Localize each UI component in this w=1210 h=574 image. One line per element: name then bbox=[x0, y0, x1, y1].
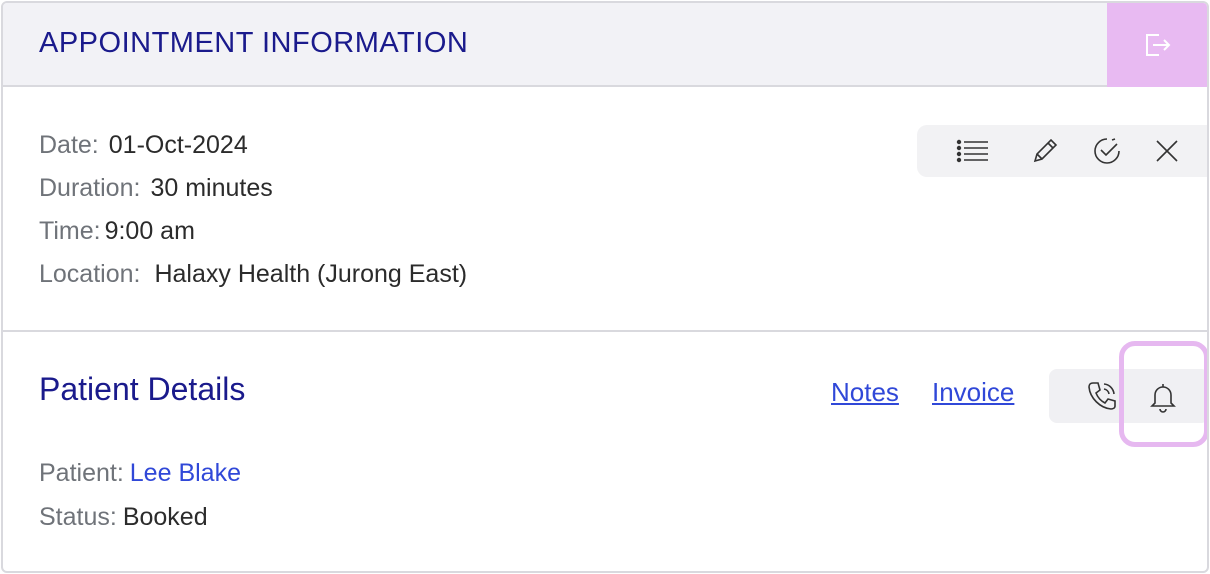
duration-row: Duration: 30 minutes bbox=[39, 170, 467, 213]
clock-check-icon bbox=[1094, 138, 1120, 164]
appointment-info: Date: 01-Oct-2024 Duration: 30 minutes Tim… bbox=[39, 127, 467, 299]
invoice-link[interactable]: Invoice bbox=[932, 377, 1014, 408]
close-button[interactable] bbox=[1149, 133, 1185, 169]
close-icon bbox=[1156, 140, 1178, 162]
patient-name-link[interactable]: Lee Blake bbox=[130, 459, 241, 487]
panel-header: APPOINTMENT INFORMATION bbox=[3, 3, 1207, 87]
phone-icon bbox=[1088, 382, 1116, 410]
patient-label: Patient: bbox=[39, 459, 124, 487]
panel-title: APPOINTMENT INFORMATION bbox=[39, 27, 469, 59]
appointment-panel: APPOINTMENT INFORMATION Date: 01-Oct-2024… bbox=[1, 1, 1209, 573]
bell-icon bbox=[1150, 384, 1176, 413]
notes-link[interactable]: Notes bbox=[831, 377, 899, 408]
exit-button[interactable] bbox=[1107, 3, 1207, 87]
duration-value: 30 minutes bbox=[150, 174, 273, 202]
pencil-icon bbox=[1033, 138, 1058, 163]
patient-info: Patient: Lee Blake Status: Booked bbox=[39, 455, 241, 543]
location-value: Halaxy Health (Jurong East) bbox=[154, 260, 468, 288]
status-row: Status: Booked bbox=[39, 499, 241, 543]
status-value: Booked bbox=[122, 503, 208, 531]
reminder-button[interactable] bbox=[1143, 377, 1183, 417]
duration-label: Duration: bbox=[39, 174, 141, 202]
date-value: 01-Oct-2024 bbox=[108, 131, 248, 159]
status-label: Status: bbox=[39, 503, 117, 531]
appointment-toolbar bbox=[917, 125, 1207, 177]
date-label: Date: bbox=[39, 131, 99, 159]
list-button[interactable] bbox=[955, 133, 991, 169]
patient-row: Patient: Lee Blake bbox=[39, 455, 241, 499]
location-row: Location: Halaxy Health (Jurong East) bbox=[39, 256, 467, 299]
date-row: Date: 01-Oct-2024 bbox=[39, 127, 467, 170]
reschedule-button[interactable] bbox=[1089, 133, 1125, 169]
exit-icon bbox=[1146, 34, 1171, 56]
time-value: 9:00 am bbox=[104, 217, 195, 245]
call-button[interactable] bbox=[1083, 377, 1121, 415]
time-row: Time: 9:00 am bbox=[39, 213, 467, 256]
section-divider bbox=[3, 330, 1207, 332]
location-label: Location: bbox=[39, 260, 141, 288]
edit-button[interactable] bbox=[1027, 133, 1063, 169]
list-icon bbox=[956, 139, 988, 163]
time-label: Time: bbox=[39, 217, 101, 245]
patient-details-title: Patient Details bbox=[39, 371, 246, 407]
